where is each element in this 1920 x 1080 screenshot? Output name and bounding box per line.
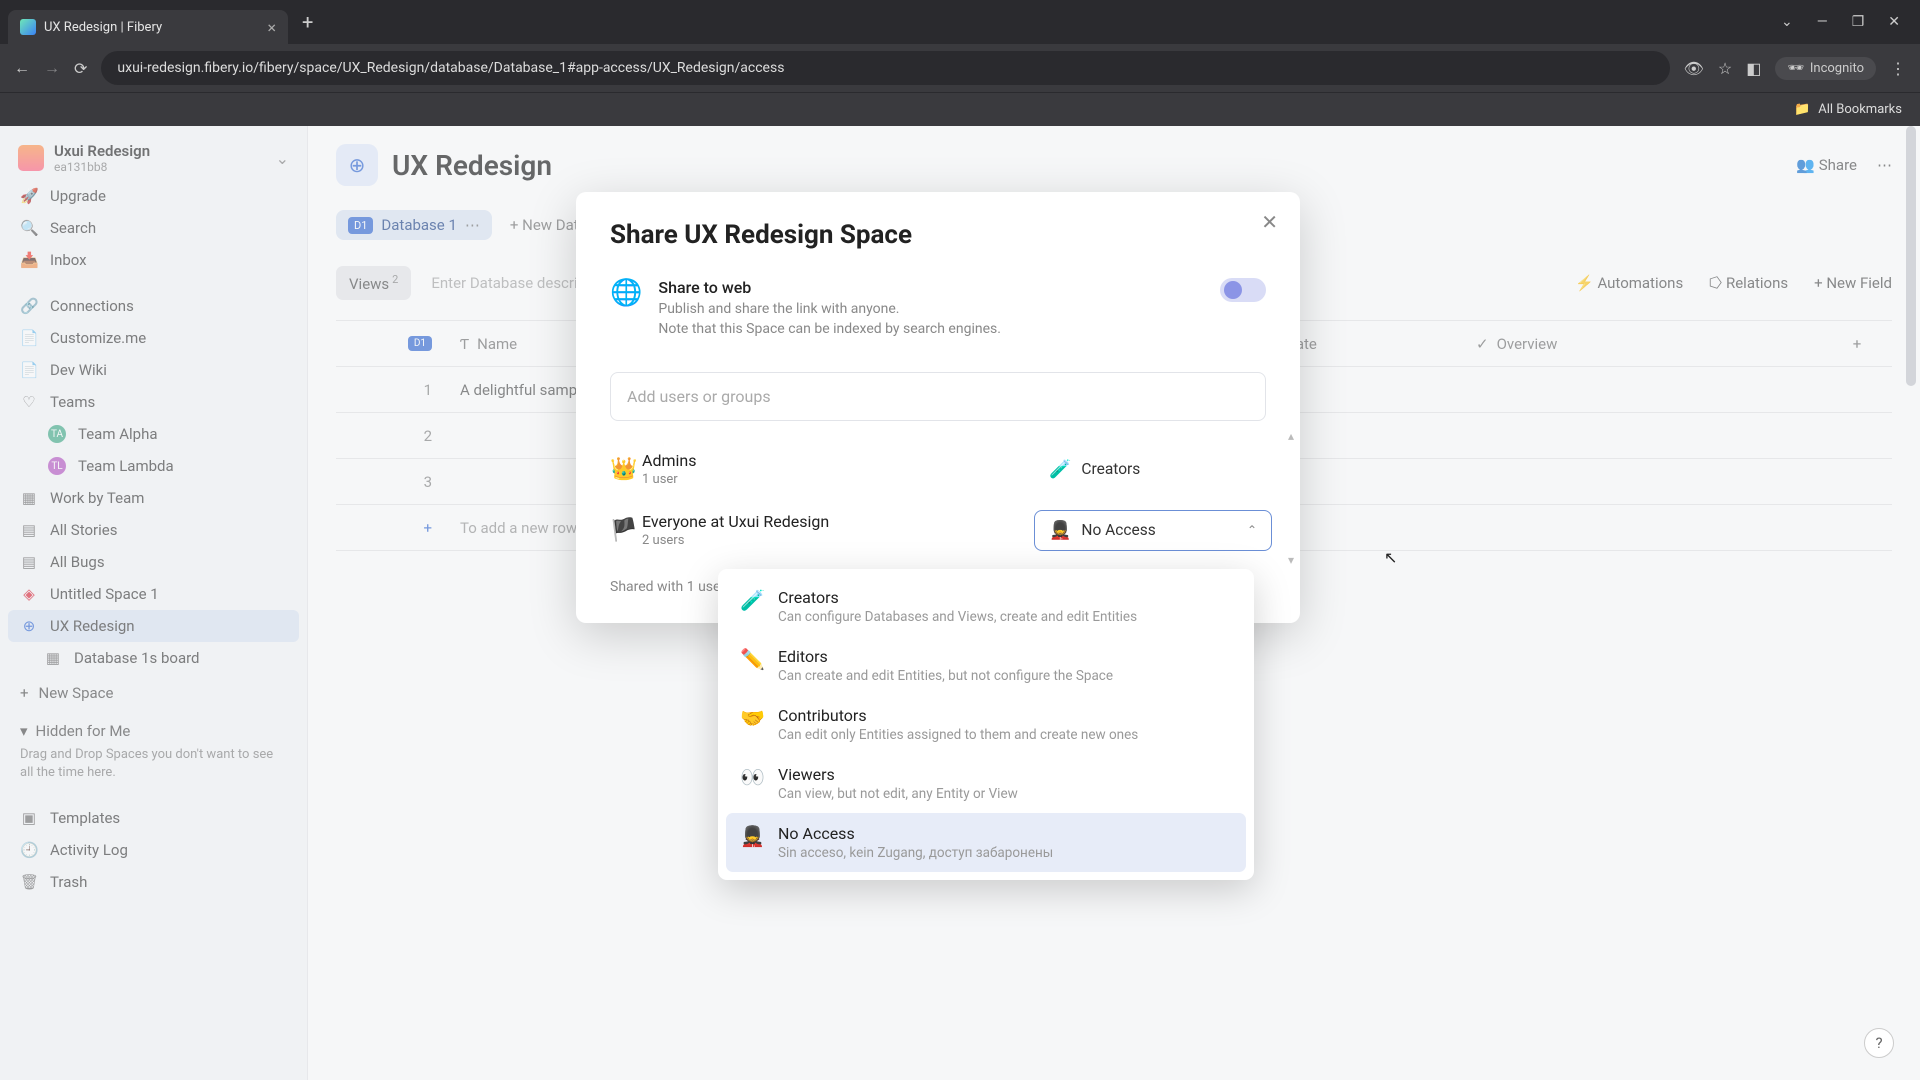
pencil-icon: ✏️ <box>740 647 764 671</box>
share-web-toggle[interactable] <box>1220 278 1266 302</box>
role-select-admins[interactable]: 🧪 Creators <box>1034 449 1272 490</box>
role-option-viewers[interactable]: 👀 ViewersCan view, but not edit, any Ent… <box>726 754 1246 813</box>
close-tab-icon[interactable]: × <box>267 18 276 37</box>
back-button[interactable]: ← <box>14 58 30 78</box>
app-viewport: Uxui Redesign ea131bb8 ⌄ 🚀Upgrade 🔍Searc… <box>0 126 1920 1080</box>
incognito-badge: 🕶 Incognito <box>1775 57 1876 80</box>
handshake-icon: 🤝 <box>740 706 764 730</box>
bookmark-star-icon[interactable]: ☆ <box>1718 59 1732 78</box>
add-users-input[interactable]: Add users or groups <box>610 372 1266 421</box>
browser-tab-bar: UX Redesign | Fibery × + ⌄ — ❐ ✕ <box>0 0 1920 44</box>
forward-button[interactable]: → <box>44 58 60 78</box>
guard-icon: 💂 <box>1049 520 1071 541</box>
eyes-icon: 👀 <box>740 765 764 789</box>
maximize-icon[interactable]: ❐ <box>1852 14 1865 30</box>
close-window-icon[interactable]: ✕ <box>1888 14 1900 30</box>
role-dropdown: 🧪 CreatorsCan configure Databases and Vi… <box>718 569 1254 880</box>
test-tube-icon: 🧪 <box>740 588 764 612</box>
all-bookmarks-button[interactable]: All Bookmarks <box>1818 102 1902 117</box>
role-option-editors[interactable]: ✏️ EditorsCan create and edit Entities, … <box>726 636 1246 695</box>
share-web-desc: Publish and share the link with anyone.N… <box>658 299 1001 340</box>
tab-favicon <box>20 19 36 35</box>
crown-icon: 👑 <box>610 457 642 482</box>
close-modal-button[interactable]: ✕ <box>1261 210 1278 234</box>
test-tube-icon: 🧪 <box>1049 459 1071 480</box>
flag-icon: 🏴 <box>610 518 642 543</box>
access-row-admins: 👑 Admins 1 user 🧪 Creators <box>610 439 1272 500</box>
access-list: ▴ 👑 Admins 1 user 🧪 Creators 🏴 Ev <box>576 421 1300 561</box>
share-web-title: Share to web <box>658 278 1001 297</box>
role-option-no-access[interactable]: 💂 No AccessSin acceso, kein Zugang, дост… <box>726 813 1246 872</box>
help-button[interactable]: ? <box>1864 1028 1894 1058</box>
url-text: uxui-redesign.fibery.io/fibery/space/UX_… <box>117 60 784 76</box>
globe-icon: 🌐 <box>610 278 642 340</box>
share-modal: ✕ Share UX Redesign Space 🌐 Share to web… <box>576 192 1300 623</box>
role-option-contributors[interactable]: 🤝 ContributorsCan edit only Entities ass… <box>726 695 1246 754</box>
window-controls: ⌄ — ❐ ✕ <box>1781 14 1912 30</box>
eye-off-icon[interactable]: 👁 <box>1684 59 1704 78</box>
browser-toolbar: ← → ⟳ uxui-redesign.fibery.io/fibery/spa… <box>0 44 1920 92</box>
share-to-web-row: 🌐 Share to web Publish and share the lin… <box>576 250 1300 354</box>
scroll-down-icon[interactable]: ▾ <box>1288 553 1294 567</box>
scroll-up-icon[interactable]: ▴ <box>1288 429 1294 443</box>
new-tab-button[interactable]: + <box>302 10 313 34</box>
address-bar[interactable]: uxui-redesign.fibery.io/fibery/space/UX_… <box>101 51 1669 85</box>
reload-button[interactable]: ⟳ <box>74 59 87 78</box>
tab-title: UX Redesign | Fibery <box>44 20 259 35</box>
modal-title: Share UX Redesign Space <box>576 220 1300 250</box>
role-select-everyone[interactable]: 💂 No Access ⌃ <box>1034 510 1272 551</box>
modal-overlay[interactable]: ✕ Share UX Redesign Space 🌐 Share to web… <box>0 126 1920 1080</box>
chevron-down-icon[interactable]: ⌄ <box>1781 14 1793 30</box>
minimize-icon[interactable]: — <box>1817 14 1828 30</box>
bookmarks-bar: 📁 All Bookmarks <box>0 92 1920 126</box>
browser-tab[interactable]: UX Redesign | Fibery × <box>8 10 288 44</box>
access-row-everyone: 🏴 Everyone at Uxui Redesign 2 users 💂 No… <box>610 500 1272 561</box>
cursor-icon: ↖ <box>1384 548 1397 567</box>
extensions-icon[interactable]: ◧ <box>1746 59 1761 78</box>
chrome-menu-icon[interactable]: ⋮ <box>1890 59 1906 78</box>
incognito-icon: 🕶 <box>1787 61 1804 76</box>
chevron-updown-icon: ⌃ <box>1247 523 1257 537</box>
guard-icon: 💂 <box>740 824 764 848</box>
role-option-creators[interactable]: 🧪 CreatorsCan configure Databases and Vi… <box>726 577 1246 636</box>
folder-icon: 📁 <box>1794 102 1810 117</box>
